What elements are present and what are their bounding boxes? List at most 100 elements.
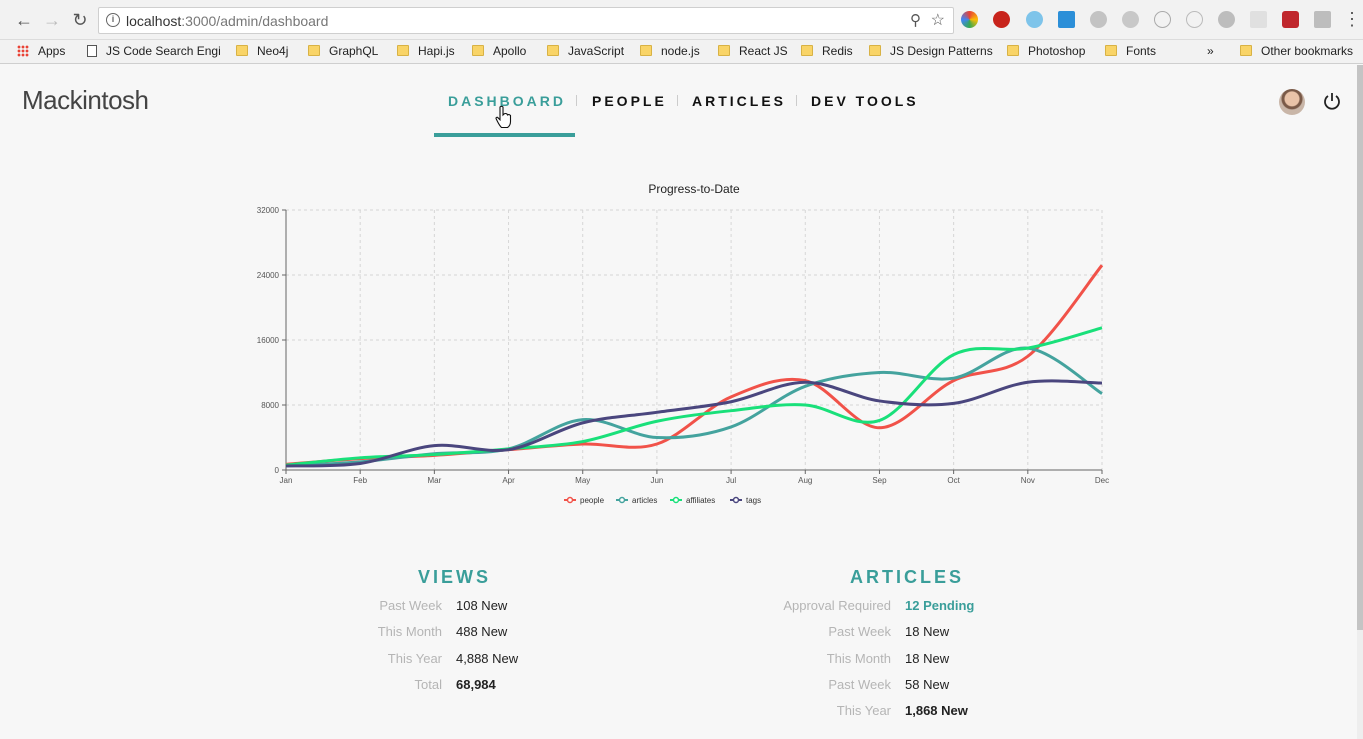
stat-label: Past Week xyxy=(828,624,891,639)
nav-dev-tools[interactable]: DEV TOOLS xyxy=(811,93,919,109)
bookmark-folder[interactable]: JavaScript xyxy=(547,44,624,60)
y-tick-label: 24000 xyxy=(257,271,280,280)
bird-extension-icon[interactable] xyxy=(1090,11,1107,28)
drive-extension-icon[interactable] xyxy=(1314,11,1331,28)
dashboard-page: Mackintosh DASHBOARD PEOPLE ARTICLES DEV… xyxy=(0,65,1357,739)
x-tick-label: Jun xyxy=(650,476,663,485)
legend-marker xyxy=(566,496,574,504)
bookmark-apps[interactable]: Apps xyxy=(17,44,65,60)
bookmark-label: Apollo xyxy=(493,44,527,58)
x-tick-label: Oct xyxy=(947,476,960,485)
bookmark-folder[interactable]: node.js xyxy=(640,44,700,60)
stat-value: 58 New xyxy=(905,677,950,692)
bookmark-folder[interactable]: Redis xyxy=(801,44,853,60)
bookmarks-overflow-icon[interactable]: » xyxy=(1207,44,1214,60)
hand-cursor-icon xyxy=(495,105,512,129)
bookmark-folder[interactable]: Neo4j xyxy=(236,44,288,60)
nav-separator xyxy=(796,95,797,106)
articles-row: Past Week xyxy=(0,624,891,642)
info-icon[interactable]: i xyxy=(106,13,120,27)
legend-marker xyxy=(618,496,626,504)
y-tick-label: 0 xyxy=(275,466,280,475)
folder-icon xyxy=(472,45,484,56)
legend-label: articles xyxy=(632,496,657,505)
progress-chart: Progress-to-Date 0 8000 16000 24000 32000 Jan F… xyxy=(250,177,1130,517)
bookmark-star-icon[interactable]: ☆ xyxy=(931,10,945,30)
color-picker-extension-icon[interactable] xyxy=(961,11,978,28)
snowflake-extension-icon[interactable] xyxy=(1026,11,1043,28)
other-bookmarks[interactable]: Other bookmarks xyxy=(1240,44,1353,60)
legend-marker xyxy=(672,496,680,504)
bookmark-folder[interactable]: Apollo xyxy=(472,44,526,60)
progress-chart-svg: Progress-to-Date 0 8000 16000 24000 32000 Jan F… xyxy=(257,182,1109,505)
power-icon[interactable] xyxy=(1322,91,1342,111)
stat-label: Approval Required xyxy=(783,598,891,613)
zoom-icon[interactable]: ⚲ xyxy=(910,11,921,29)
logo[interactable]: Mackintosh xyxy=(22,85,149,116)
forward-icon[interactable]: → xyxy=(40,8,64,32)
m-extension-icon[interactable] xyxy=(1250,11,1267,28)
bookmark-folder[interactable]: Hapi.js xyxy=(397,44,455,60)
media-extension-icon[interactable] xyxy=(1282,11,1299,28)
bookmark-label: Neo4j xyxy=(257,44,289,58)
bookmark-item[interactable]: JS Code Search Engi xyxy=(87,44,221,60)
legend-label: tags xyxy=(746,496,761,505)
adblock-extension-icon[interactable] xyxy=(993,11,1010,28)
bookmark-folder[interactable]: GraphQL xyxy=(308,44,378,60)
bookmark-label: Photoshop xyxy=(1028,44,1086,58)
back-icon[interactable]: ← xyxy=(12,8,36,32)
nav-separator xyxy=(576,95,577,106)
bookmark-label: Hapi.js xyxy=(418,44,455,58)
stat-value-total: 1,868 New xyxy=(905,703,968,718)
stat-value: 18 New xyxy=(905,651,950,666)
page-icon xyxy=(87,45,97,57)
bookmark-label: Apps xyxy=(38,44,66,58)
articles-title: ARTICLES xyxy=(850,567,964,587)
bookmark-label: Fonts xyxy=(1126,44,1157,58)
reload-icon[interactable]: ↻ xyxy=(68,8,92,32)
a-extension-icon[interactable] xyxy=(1154,11,1171,28)
avatar[interactable] xyxy=(1279,89,1305,115)
x-tick-label: Jan xyxy=(280,476,293,485)
bookmark-label: Redis xyxy=(822,44,853,58)
bookmark-folder[interactable]: JS Design Patterns xyxy=(869,44,993,60)
nav-people[interactable]: PEOPLE xyxy=(592,93,667,109)
browser-toolbar: ← → ↻ i localhost:3000/admin/dashboard ⚲… xyxy=(0,0,1363,40)
views-title: VIEWS xyxy=(418,567,492,587)
folder-icon xyxy=(869,45,881,56)
scrollbar-thumb[interactable] xyxy=(1357,65,1363,630)
x-tick-label: Apr xyxy=(502,476,515,485)
url-path: :3000/admin/dashboard xyxy=(181,13,329,29)
articles-row: Past Week xyxy=(0,677,891,695)
pending-link[interactable]: 12 Pending xyxy=(905,598,974,613)
address-bar[interactable]: i localhost:3000/admin/dashboard ⚲ ☆ xyxy=(98,7,954,34)
x-tick-label: May xyxy=(575,476,590,485)
page-scrollbar[interactable] xyxy=(1357,65,1363,739)
legend-label: affiliates xyxy=(686,496,715,505)
apps-icon xyxy=(17,45,29,57)
bookmark-folder[interactable]: React JS xyxy=(718,44,788,60)
url-host: localhost xyxy=(126,13,182,29)
nav-articles[interactable]: ARTICLES xyxy=(692,93,786,109)
legend-marker xyxy=(732,496,740,504)
bookmark-folder[interactable]: Photoshop xyxy=(1007,44,1085,60)
window-extension-icon[interactable] xyxy=(1058,11,1075,28)
menu-icon[interactable]: ⋮ xyxy=(1343,9,1361,30)
target-extension-icon[interactable] xyxy=(1186,11,1203,28)
x-tick-label: Mar xyxy=(427,476,441,485)
legend-label: people xyxy=(580,496,605,505)
hand-extension-icon[interactable] xyxy=(1122,11,1139,28)
active-nav-underline xyxy=(434,133,575,137)
folder-icon xyxy=(640,45,652,56)
folder-icon xyxy=(547,45,559,56)
articles-row: Approval Required xyxy=(0,598,891,616)
articles-row: This Year xyxy=(0,703,891,721)
stat-value: 18 New xyxy=(905,624,950,639)
folder-icon xyxy=(236,45,248,56)
x-tick-label: Feb xyxy=(353,476,367,485)
url-text: localhost:3000/admin/dashboard xyxy=(126,13,328,29)
folder-icon xyxy=(801,45,813,56)
articles-row: This Month xyxy=(0,651,891,669)
bookmark-folder[interactable]: Fonts xyxy=(1105,44,1156,60)
puzzle-extension-icon[interactable] xyxy=(1218,11,1235,28)
